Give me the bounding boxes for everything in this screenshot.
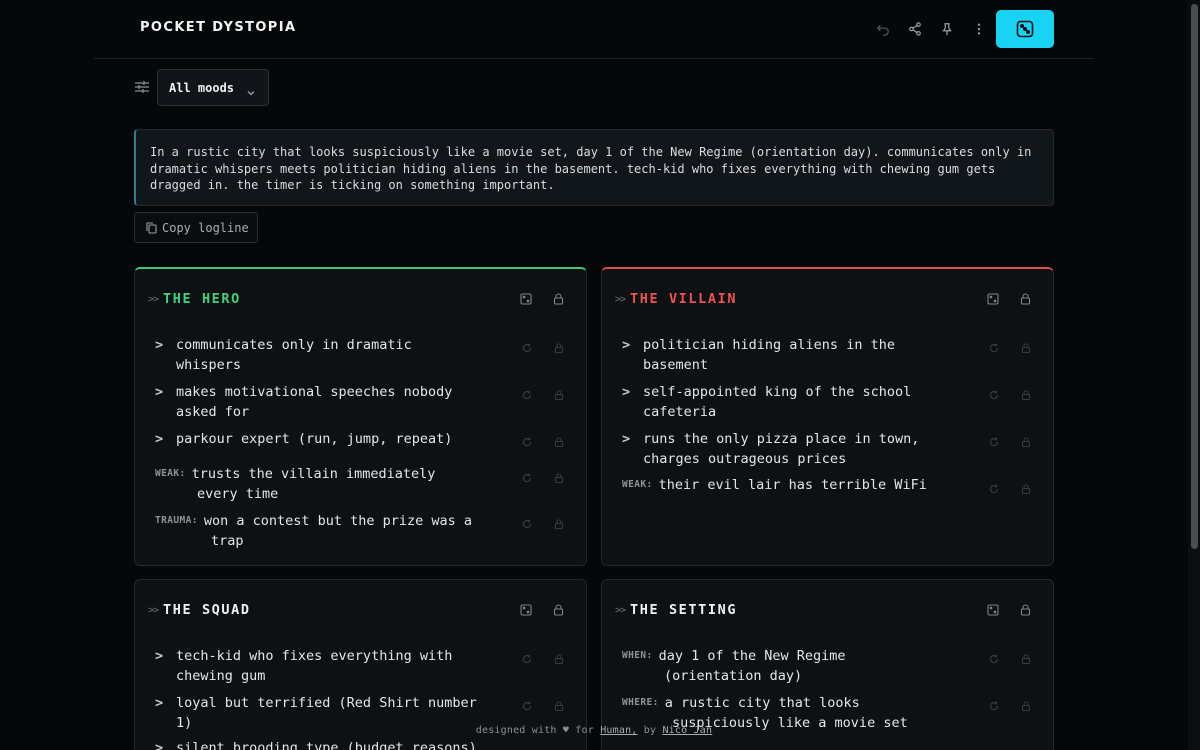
- reroll-card-button[interactable]: [519, 603, 533, 617]
- scrollbar[interactable]: [1188, 0, 1200, 750]
- hero-card: >> THE HERO > communicates only in drama…: [134, 267, 587, 566]
- dice-icon: [520, 293, 532, 305]
- mood-select[interactable]: All moods: [157, 69, 269, 106]
- reroll-trait-icon[interactable]: [521, 472, 532, 483]
- villain-card: >> THE VILLAIN > politician hiding alien…: [601, 267, 1054, 566]
- squad-member: > silent brooding type (budget reasons): [155, 740, 477, 750]
- villain-trait: > politician hiding aliens in the baseme…: [622, 337, 895, 373]
- reroll-trait-icon[interactable]: [521, 518, 532, 529]
- lock-icon: [553, 293, 563, 305]
- setting-card-header: >> THE SETTING: [615, 602, 737, 618]
- squad-card-header: >> THE SQUAD: [148, 602, 251, 618]
- logline-text: In a rustic city that looks suspiciously…: [134, 129, 1054, 206]
- share-icon[interactable]: [906, 20, 924, 38]
- hero-trait: > parkour expert (run, jump, repeat): [155, 431, 453, 447]
- dice-icon: [987, 604, 999, 616]
- lock-trait-icon[interactable]: [1020, 436, 1031, 447]
- footer-link-human[interactable]: Human,: [600, 725, 637, 736]
- lock-trait-icon[interactable]: [553, 436, 564, 447]
- reroll-trait-icon[interactable]: [988, 389, 999, 400]
- hero-card-header: >> THE HERO: [148, 291, 241, 307]
- reroll-trait-icon[interactable]: [521, 342, 532, 353]
- dice-icon: [1016, 20, 1034, 38]
- chevron-down-icon: [246, 83, 256, 96]
- lock-trait-icon[interactable]: [1020, 342, 1031, 353]
- villain-card-header: >> THE VILLAIN: [615, 291, 737, 307]
- hero-weakness: WEAK: trusts the villain immediately ever…: [155, 466, 436, 502]
- reroll-trait-icon[interactable]: [988, 483, 999, 494]
- footer-by: by: [643, 725, 657, 736]
- copy-icon: [146, 221, 157, 234]
- reroll-trait-icon[interactable]: [988, 700, 999, 711]
- mood-select-label: All moods: [169, 80, 235, 95]
- villain-card-title: THE VILLAIN: [630, 291, 738, 307]
- footer: designed with ♥ for Human, by Nico Jan: [0, 725, 1188, 736]
- reroll-card-button[interactable]: [986, 292, 1000, 306]
- lock-trait-icon[interactable]: [553, 389, 564, 400]
- header-prefix: >>: [615, 293, 626, 305]
- lock-icon: [553, 604, 563, 616]
- lock-trait-icon[interactable]: [1020, 653, 1031, 664]
- more-vertical-icon[interactable]: [970, 20, 988, 38]
- lock-trait-icon[interactable]: [553, 653, 564, 664]
- lock-card-button[interactable]: [551, 603, 565, 617]
- setting-when: WHEN: day 1 of the New Regime (orientatio…: [622, 648, 846, 684]
- reroll-card-button[interactable]: [519, 292, 533, 306]
- lock-trait-icon[interactable]: [1020, 483, 1031, 494]
- lock-trait-icon[interactable]: [553, 342, 564, 353]
- hero-card-title: THE HERO: [163, 291, 241, 307]
- app-root: POCKET DYSTOPIA All moods In a rustic ci…: [94, 0, 1094, 750]
- footer-link-author[interactable]: Nico Jan: [662, 725, 712, 736]
- reroll-trait-icon[interactable]: [988, 436, 999, 447]
- squad-card-title: THE SQUAD: [163, 602, 251, 618]
- villain-trait: > self-appointed king of the school cafe…: [622, 384, 912, 420]
- reroll-trait-icon[interactable]: [521, 389, 532, 400]
- hero-trait: > makes motivational speeches nobody ask…: [155, 384, 453, 420]
- setting-card-title: THE SETTING: [630, 602, 738, 618]
- reroll-trait-icon[interactable]: [988, 342, 999, 353]
- lock-trait-icon[interactable]: [553, 472, 564, 483]
- reroll-card-button[interactable]: [986, 603, 1000, 617]
- reroll-trait-icon[interactable]: [521, 436, 532, 447]
- undo-icon[interactable]: [874, 20, 892, 38]
- app-title: POCKET DYSTOPIA: [140, 20, 297, 35]
- weak-tag: WEAK:: [622, 479, 653, 490]
- lock-icon: [1020, 293, 1030, 305]
- pin-icon[interactable]: [938, 20, 956, 38]
- lock-trait-icon[interactable]: [553, 700, 564, 711]
- reroll-trait-icon[interactable]: [521, 653, 532, 664]
- header-prefix: >>: [615, 604, 626, 616]
- squad-member: > tech-kid who fixes everything with che…: [155, 648, 453, 684]
- trauma-tag: TRAUMA:: [155, 515, 198, 526]
- hero-trauma: TRAUMA: won a contest but the prize was a…: [155, 513, 473, 549]
- copy-logline-label: Copy logline: [162, 220, 249, 235]
- hero-trait: > communicates only in dramatic whispers: [155, 337, 412, 373]
- lock-icon: [1020, 604, 1030, 616]
- randomize-button[interactable]: [996, 10, 1054, 48]
- where-tag: WHERE:: [622, 697, 659, 708]
- sliders-icon: [134, 79, 150, 95]
- header-prefix: >>: [148, 604, 159, 616]
- lock-trait-icon[interactable]: [1020, 389, 1031, 400]
- reroll-trait-icon[interactable]: [521, 700, 532, 711]
- weak-tag: WEAK:: [155, 468, 186, 479]
- reroll-trait-icon[interactable]: [988, 653, 999, 664]
- lock-card-button[interactable]: [1018, 292, 1032, 306]
- dice-icon: [987, 293, 999, 305]
- lock-card-button[interactable]: [1018, 603, 1032, 617]
- lock-trait-icon[interactable]: [1020, 700, 1031, 711]
- header-prefix: >>: [148, 293, 159, 305]
- top-bar: POCKET DYSTOPIA: [94, 0, 1094, 59]
- scrollbar-thumb[interactable]: [1191, 4, 1198, 549]
- dice-icon: [520, 604, 532, 616]
- when-tag: WHEN:: [622, 650, 653, 661]
- copy-logline-button[interactable]: Copy logline: [134, 212, 258, 243]
- villain-weakness: WEAK: their evil lair has terrible WiFi: [622, 477, 927, 493]
- villain-trait: > runs the only pizza place in town, cha…: [622, 431, 920, 467]
- lock-card-button[interactable]: [551, 292, 565, 306]
- lock-trait-icon[interactable]: [553, 518, 564, 529]
- footer-prefix: designed with ♥ for: [475, 725, 594, 736]
